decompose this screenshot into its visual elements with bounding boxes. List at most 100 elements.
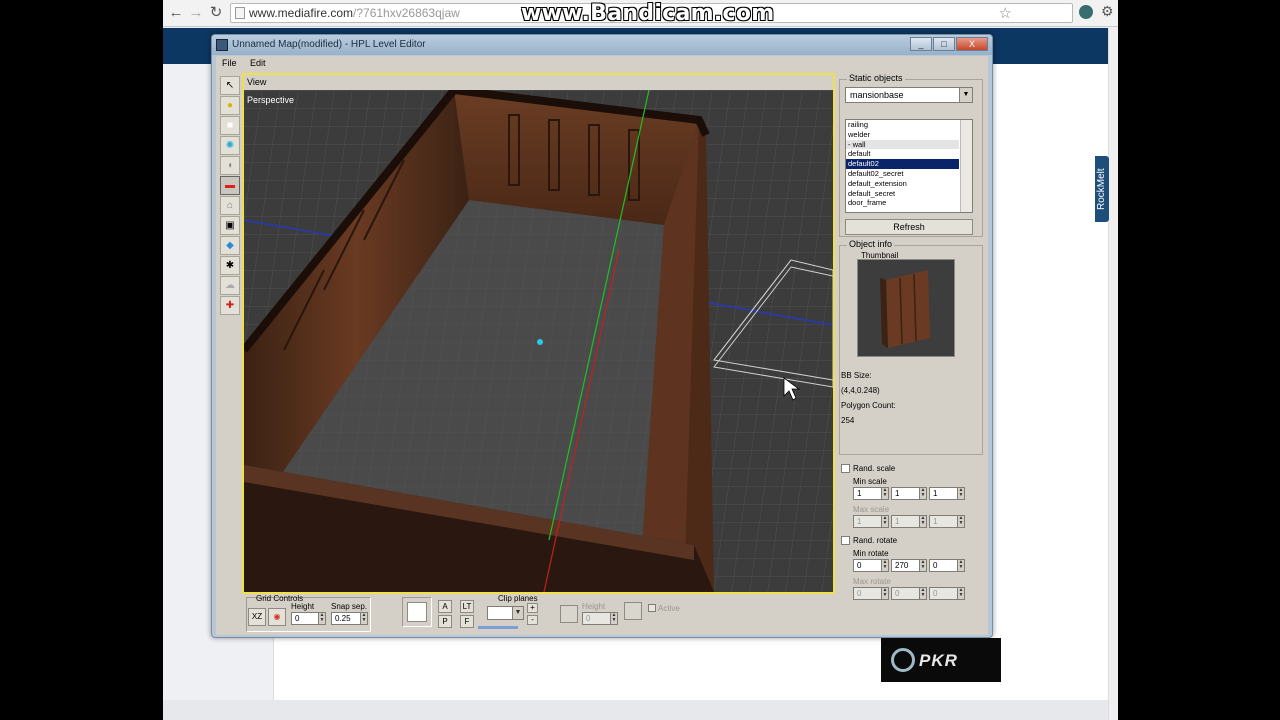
tool-palette: ↖ ● ■ ✺ ◖ ▬ ⌂ ▣ ◆ ✱ ☁ ✚ bbox=[220, 76, 242, 316]
object-thumbnail bbox=[857, 259, 955, 357]
refresh-button[interactable]: Refresh bbox=[845, 219, 973, 235]
editor-client: File Edit ↖ ● ■ ✺ ◖ ▬ ⌂ ▣ ◆ ✱ ☁ ✚ View P… bbox=[216, 56, 988, 635]
polygon-count-value: 254 bbox=[841, 416, 855, 425]
app-icon bbox=[216, 39, 228, 51]
forward-button[interactable]: → bbox=[187, 4, 205, 22]
object-list-item[interactable]: default bbox=[846, 149, 972, 159]
pkr-logo: PKR bbox=[881, 638, 1001, 682]
clip-axis-button[interactable] bbox=[560, 605, 578, 623]
object-list-item[interactable]: railing bbox=[846, 120, 972, 130]
wrench-menu-icon[interactable]: ⚙ bbox=[1101, 3, 1114, 20]
min-scale-z[interactable]: 1 ▲ ▼ bbox=[929, 487, 965, 500]
rockmelt-tab[interactable]: RockMelt bbox=[1095, 156, 1109, 222]
minimize-button[interactable]: _ bbox=[910, 37, 932, 51]
light-tool-icon[interactable]: ● bbox=[220, 96, 240, 115]
menu-bar: File Edit bbox=[216, 56, 988, 72]
decal-tool-icon[interactable]: ✱ bbox=[220, 256, 240, 275]
min-rotate-z[interactable]: 0 ▲ ▼ bbox=[929, 559, 965, 572]
object-list-item[interactable]: default02 bbox=[846, 159, 959, 169]
polygon-count-label: Polygon Count: bbox=[841, 401, 896, 410]
list-scrollbar[interactable] bbox=[960, 120, 972, 212]
view-p-button[interactable]: P bbox=[438, 615, 452, 628]
grid-plane-button[interactable]: XZ bbox=[248, 608, 266, 626]
static-object-tool-icon[interactable]: ▬ bbox=[220, 176, 240, 195]
browser-scrollbar[interactable] bbox=[1108, 28, 1118, 720]
fog-tool-icon[interactable]: ☁ bbox=[220, 276, 240, 295]
chevron-down-icon: ▼ bbox=[959, 88, 972, 102]
object-list-item[interactable]: default_secret bbox=[846, 189, 972, 199]
reload-button[interactable]: ↻ bbox=[207, 4, 225, 22]
view-f-button[interactable]: F bbox=[460, 615, 474, 628]
view-a-button[interactable]: A bbox=[438, 600, 452, 613]
menu-edit[interactable]: Edit bbox=[250, 58, 266, 68]
max-rotate-z[interactable]: 0 ▲ ▼ bbox=[929, 587, 965, 600]
rand-rotate-checkbox[interactable] bbox=[841, 536, 850, 545]
bb-size-value: (4,4,0.248) bbox=[841, 386, 880, 395]
single-view-button[interactable] bbox=[407, 602, 427, 622]
max-scale-z[interactable]: 1 ▲ ▼ bbox=[929, 515, 965, 528]
bookmark-star-icon[interactable]: ☆ bbox=[999, 5, 1012, 23]
min-rotate-x[interactable]: 0 ▲ ▼ bbox=[853, 559, 889, 572]
primitive-tool-icon[interactable]: ◆ bbox=[220, 236, 240, 255]
maximize-button[interactable]: □ bbox=[933, 37, 955, 51]
add-clip-plane-button[interactable]: + bbox=[527, 603, 538, 613]
remove-clip-plane-button[interactable]: - bbox=[527, 615, 538, 625]
clip-plane-indicator bbox=[478, 626, 518, 629]
grid-toggle-icon[interactable]: ◉ bbox=[268, 608, 286, 626]
box-tool-icon[interactable]: ■ bbox=[220, 116, 240, 135]
min-scale-label: Min scale bbox=[853, 477, 887, 486]
3d-viewport[interactable]: Perspective bbox=[244, 90, 833, 592]
browser-toolbar: ← → ↻ www.mediafire.com/?761hxv26863qjaw… bbox=[163, 0, 1118, 27]
view-lt-button[interactable]: LT bbox=[460, 600, 474, 613]
clip-planes-title: Clip planes bbox=[498, 594, 538, 603]
clip-active-checkbox[interactable] bbox=[648, 604, 656, 612]
select-tool-icon[interactable]: ↖ bbox=[220, 76, 240, 95]
snap-separation-label: Snap sep. bbox=[331, 602, 368, 611]
bottom-controls: Grid Controls XZ ◉ Height 0 ▲ ▼ Snap sep. … bbox=[242, 594, 835, 634]
max-scale-y[interactable]: 1 ▲ ▼ bbox=[891, 515, 927, 528]
rand-rotate-label: Rand. rotate bbox=[853, 536, 898, 545]
extension-icon[interactable] bbox=[1079, 5, 1093, 19]
object-list-item[interactable]: welder bbox=[846, 130, 972, 140]
title-bar[interactable]: Unnamed Map(modified) - HPL Level Editor… bbox=[212, 35, 992, 55]
billboard-tool-icon[interactable]: ✚ bbox=[220, 296, 240, 315]
clip-plane-select[interactable]: ▼ bbox=[487, 606, 524, 620]
page-footer bbox=[163, 700, 1118, 720]
object-list[interactable]: railing welder - wall default default02 defau… bbox=[845, 119, 973, 213]
back-button[interactable]: ← bbox=[167, 4, 185, 22]
entity-tool-icon[interactable]: ⌂ bbox=[220, 196, 240, 215]
desktop-screen: ← → ↻ www.mediafire.com/?761hxv26863qjaw… bbox=[163, 0, 1118, 720]
snap-separation-field[interactable]: 0.25 ▲ ▼ bbox=[331, 612, 368, 625]
object-list-item[interactable]: default02_secret bbox=[846, 169, 972, 179]
max-rotate-label: Max rotate bbox=[853, 577, 891, 586]
clip-color-button[interactable] bbox=[624, 602, 642, 620]
clip-height-label: Height bbox=[582, 602, 606, 611]
max-scale-x[interactable]: 1 ▲ ▼ bbox=[853, 515, 889, 528]
view-menu[interactable]: View bbox=[247, 77, 266, 87]
min-scale-x[interactable]: 1 ▲ ▼ bbox=[853, 487, 889, 500]
max-rotate-x[interactable]: 0 ▲ ▼ bbox=[853, 587, 889, 600]
window-title: Unnamed Map(modified) - HPL Level Editor bbox=[232, 39, 426, 50]
pkr-wordmark: PKR bbox=[919, 651, 958, 670]
close-button[interactable]: X bbox=[956, 37, 988, 51]
scene-render bbox=[244, 90, 833, 592]
particle-tool-icon[interactable]: ✺ bbox=[220, 136, 240, 155]
menu-file[interactable]: File bbox=[222, 58, 237, 68]
min-scale-y[interactable]: 1 ▲ ▼ bbox=[891, 487, 927, 500]
object-list-item[interactable]: - wall bbox=[846, 139, 959, 150]
category-dropdown[interactable]: mansionbase ▼ bbox=[845, 87, 973, 103]
sound-tool-icon[interactable]: ◖ bbox=[220, 156, 240, 175]
min-rotate-y[interactable]: 270 ▲ ▼ bbox=[891, 559, 927, 572]
object-list-item[interactable]: default_extension bbox=[846, 179, 972, 189]
max-rotate-y[interactable]: 0 ▲ ▼ bbox=[891, 587, 927, 600]
area-tool-icon[interactable]: ▣ bbox=[220, 216, 240, 235]
clip-height-field[interactable]: 0 ▲ ▼ bbox=[582, 612, 618, 625]
object-info-title: Object info bbox=[847, 239, 895, 249]
right-panel: Static objects mansionbase ▼ railing welde… bbox=[837, 73, 985, 634]
object-list-item[interactable]: door_frame bbox=[846, 198, 972, 208]
rand-scale-checkbox[interactable] bbox=[841, 464, 850, 473]
url-path: /?761hxv26863qjaw bbox=[353, 6, 460, 20]
editor-window: Unnamed Map(modified) - HPL Level Editor… bbox=[211, 34, 993, 638]
grid-height-field[interactable]: 0 ▲ ▼ bbox=[291, 612, 326, 625]
page-icon bbox=[235, 7, 245, 19]
